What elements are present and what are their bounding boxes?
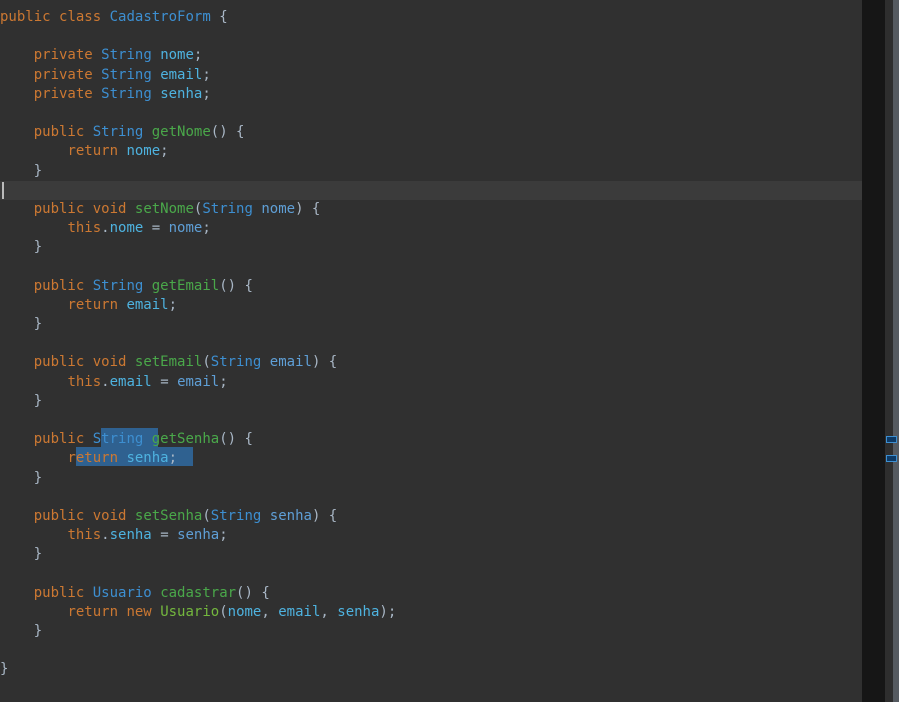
code-line[interactable]: public void setSenha(String senha) { xyxy=(0,507,862,526)
code-line[interactable]: public void setNome(String nome) { xyxy=(0,200,862,219)
code-line[interactable]: public String getNome() { xyxy=(0,123,862,142)
code-line[interactable]: return email; xyxy=(0,296,862,315)
code-line[interactable]: public class CadastroForm { xyxy=(0,8,862,27)
code-line[interactable]: private String nome; xyxy=(0,46,862,65)
code-line[interactable]: public String getSenha() { xyxy=(0,430,862,449)
code-line[interactable]: } xyxy=(0,315,862,334)
code-content[interactable]: public class CadastroForm { private Stri… xyxy=(0,8,862,680)
occurrence-marker-icon[interactable] xyxy=(886,436,897,443)
code-line[interactable]: this.senha = senha; xyxy=(0,526,862,545)
code-line[interactable] xyxy=(0,564,862,583)
code-line[interactable]: public String getEmail() { xyxy=(0,277,862,296)
code-line[interactable]: private String email; xyxy=(0,66,862,85)
occurrence-marker-icon[interactable] xyxy=(886,455,897,462)
code-line[interactable]: return nome; xyxy=(0,142,862,161)
code-line[interactable] xyxy=(0,334,862,353)
code-line[interactable]: } xyxy=(0,545,862,564)
code-line[interactable] xyxy=(0,488,862,507)
code-line[interactable]: return senha; xyxy=(0,449,862,468)
code-line[interactable]: private String senha; xyxy=(0,85,862,104)
code-line[interactable]: this.nome = nome; xyxy=(0,219,862,238)
code-line[interactable]: } xyxy=(0,238,862,257)
code-line[interactable]: } xyxy=(0,660,862,679)
code-line[interactable]: public void setEmail(String email) { xyxy=(0,353,862,372)
code-surface[interactable]: public class CadastroForm { private Stri… xyxy=(0,0,862,702)
code-line[interactable] xyxy=(0,27,862,46)
code-line[interactable]: return new Usuario(nome, email, senha); xyxy=(0,603,862,622)
code-line[interactable] xyxy=(0,411,862,430)
code-line[interactable]: } xyxy=(0,469,862,488)
marker-gutter[interactable] xyxy=(885,0,893,702)
code-line[interactable]: public Usuario cadastrar() { xyxy=(0,584,862,603)
code-line[interactable]: this.email = email; xyxy=(0,373,862,392)
code-line[interactable]: } xyxy=(0,622,862,641)
minimap-strip[interactable] xyxy=(862,0,885,702)
code-line[interactable] xyxy=(0,257,862,276)
code-line[interactable]: } xyxy=(0,392,862,411)
vertical-scrollbar[interactable] xyxy=(893,0,899,702)
code-line[interactable] xyxy=(0,641,862,660)
code-line[interactable] xyxy=(0,104,862,123)
code-editor[interactable]: public class CadastroForm { private Stri… xyxy=(0,0,899,702)
code-line[interactable]: } xyxy=(0,162,862,181)
code-line[interactable] xyxy=(0,181,862,200)
